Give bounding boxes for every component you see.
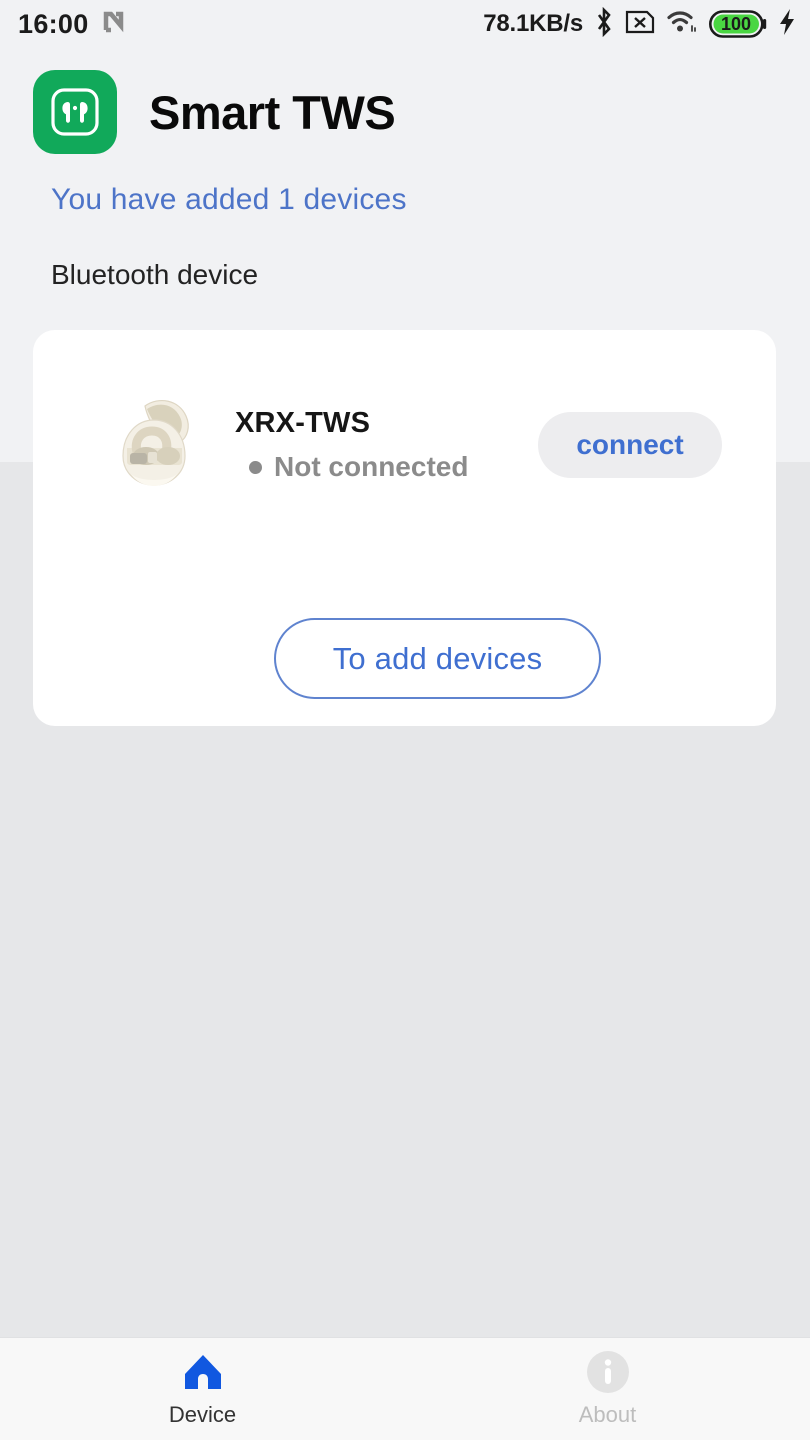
nav-item-about[interactable]: About [405, 1338, 810, 1440]
battery-icon: 100 [709, 9, 767, 39]
bottom-navigation-bar: Device About [0, 1337, 810, 1440]
status-bar-left: 16:00 [18, 9, 127, 40]
battery-level-text: 100 [720, 13, 752, 34]
charging-bolt-icon [778, 8, 796, 41]
wifi-icon [666, 9, 698, 40]
network-speed-text: 78.1KB/s [483, 10, 583, 37]
device-row[interactable]: XRX-TWS Not connected connect [33, 390, 776, 500]
device-status: Not connected [249, 451, 538, 483]
earbuds-app-icon [33, 70, 117, 154]
nfc-icon [101, 9, 127, 40]
device-name: XRX-TWS [235, 407, 371, 439]
device-status-text: Not connected [274, 451, 469, 482]
status-dot-offline [249, 460, 262, 474]
devices-added-text: You have added 1 devices [51, 183, 407, 216]
section-label-bluetooth-device: Bluetooth device [51, 259, 259, 290]
status-time: 16:00 [18, 8, 89, 39]
nav-label-device: Device [168, 1402, 237, 1427]
status-bar-right: 78.1KB/s 100 [483, 6, 796, 42]
device-card: XRX-TWS Not connected connect To add dev… [33, 330, 776, 726]
nav-item-device[interactable]: Device [0, 1338, 405, 1440]
app-header: Smart TWS [33, 70, 396, 154]
app-screen: 16:00 78.1KB/s 100 Smart TWS You have ad… [0, 0, 810, 1440]
earbuds-case-image [101, 390, 211, 500]
home-icon [181, 1350, 225, 1394]
nav-label-about: About [578, 1402, 637, 1427]
connect-button[interactable]: connect [538, 412, 722, 478]
device-info: XRX-TWS Not connected [235, 407, 538, 483]
info-icon [586, 1350, 630, 1394]
to-add-devices-button[interactable]: To add devices [274, 618, 601, 699]
app-title: Smart TWS [149, 85, 396, 139]
bluetooth-icon [594, 6, 614, 42]
status-bar: 16:00 78.1KB/s 100 [0, 0, 810, 48]
sim-card-off-icon [625, 9, 655, 40]
